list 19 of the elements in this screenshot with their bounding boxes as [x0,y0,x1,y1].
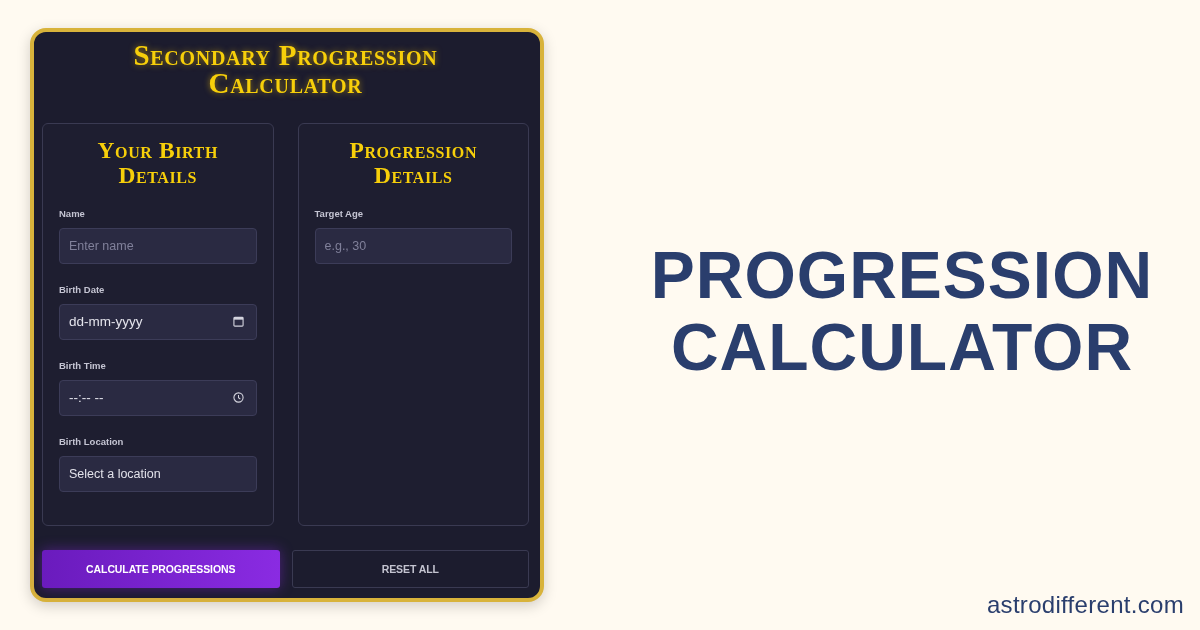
age-field[interactable]: e.g., 30 [314,228,512,264]
field-label: Target Age [314,208,364,220]
location-select[interactable]: Select a location [59,456,257,492]
page-headline: PROGRESSION CALCULATOR [649,236,1155,383]
calendar-icon[interactable] [232,316,244,327]
clock-icon[interactable] [232,392,244,403]
site-url: astrodifferent.com [986,591,1184,619]
calculate-button[interactable]: CALCULATE PROGRESSIONS [42,550,280,588]
field-label: Birth Time [59,360,106,372]
field-label: Birth Location [59,436,124,448]
date-field[interactable]: dd-mm-yyyy [59,304,257,340]
reset-button[interactable]: RESET ALL [291,550,529,588]
panel-title: Your Birth Details [96,138,219,188]
panel-title: Progression Details [348,138,479,188]
time-field[interactable]: --:-- -- [59,380,257,416]
calculator-title: Secondary Progression Calculator [132,41,439,97]
field-label: Name [59,208,85,220]
name-field[interactable]: Enter name [59,228,257,264]
field-label: Birth Date [59,284,105,296]
